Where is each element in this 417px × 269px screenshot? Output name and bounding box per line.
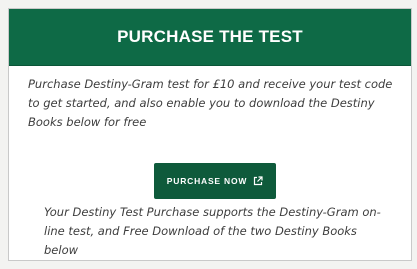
panel-title: PURCHASE THE TEST [117, 27, 303, 46]
external-link-icon [253, 176, 263, 186]
panel-header: PURCHASE THE TEST [9, 9, 411, 66]
purchase-panel: PURCHASE THE TEST Purchase Destiny-Gram … [8, 8, 412, 261]
purchase-now-button[interactable]: PURCHASE NOW [154, 163, 276, 199]
intro-text: Purchase Destiny-Gram test for £10 and r… [28, 77, 393, 129]
purchase-note-text: Your Destiny Test Purchase supports the … [44, 205, 381, 257]
purchase-now-label: PURCHASE NOW [166, 176, 248, 186]
